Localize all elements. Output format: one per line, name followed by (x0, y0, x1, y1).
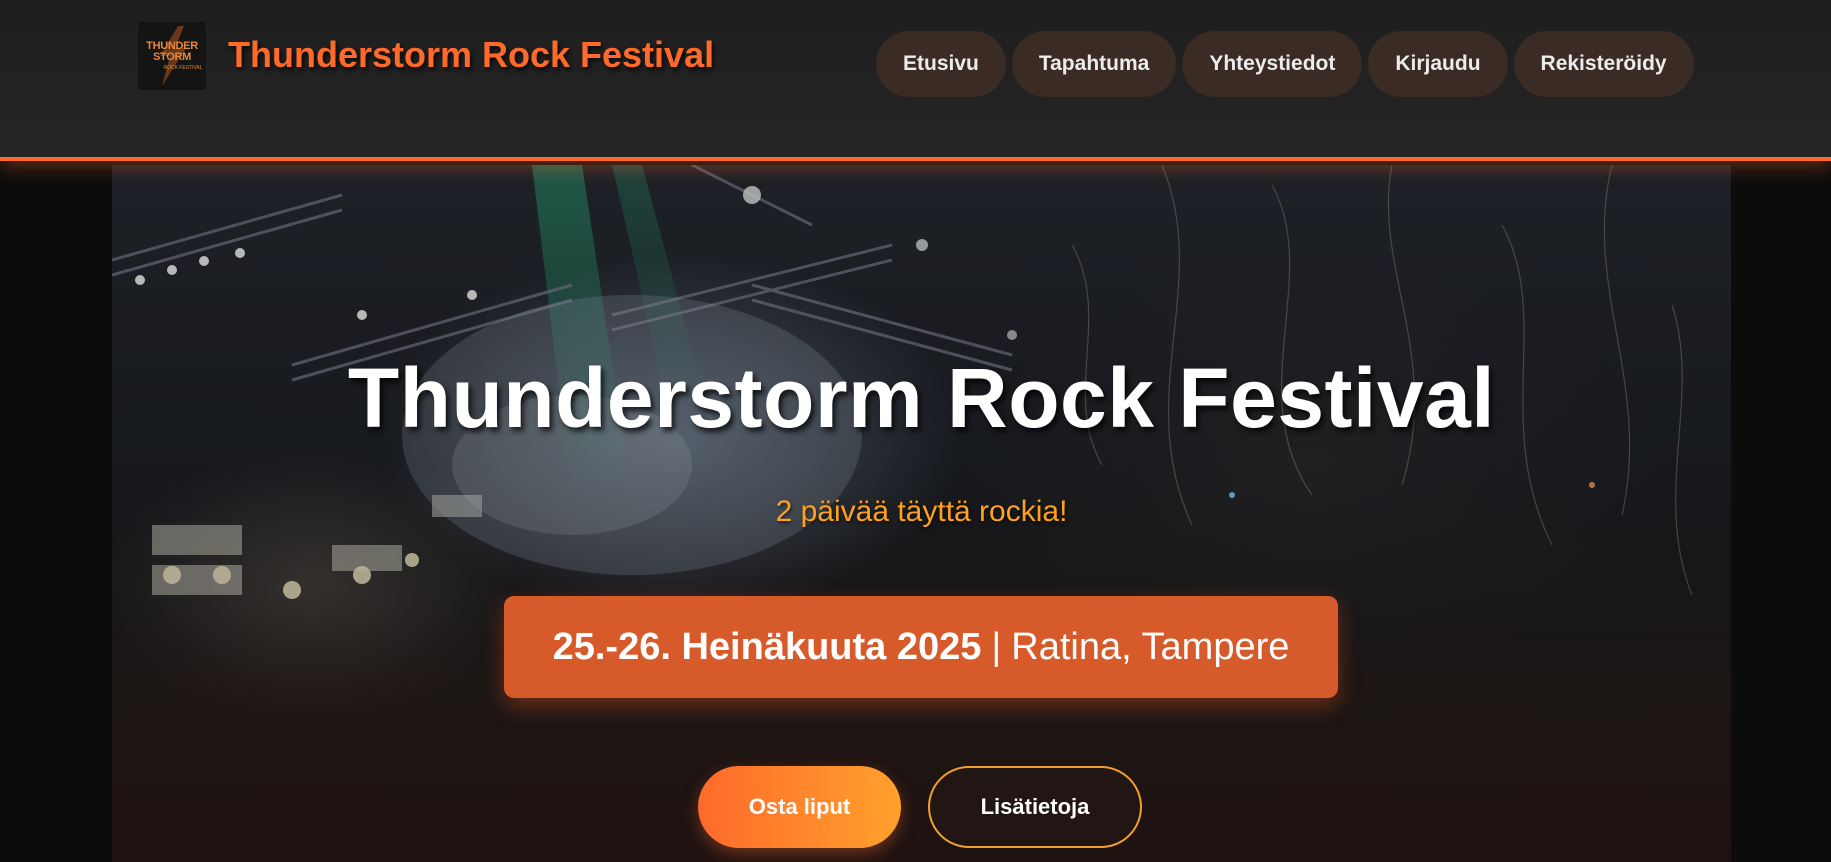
site-header: THUNDER STORM ROCK FESTIVAL Thunderstorm… (0, 0, 1831, 161)
hero-title: Thunderstorm Rock Festival (347, 351, 1496, 445)
nav-item-rekisteroidy[interactable]: Rekisteröidy (1513, 31, 1694, 97)
nav-item-tapahtuma[interactable]: Tapahtuma (1011, 31, 1177, 97)
logo-text-storm: STORM (152, 51, 192, 63)
hero-section: Thunderstorm Rock Festival 2 päivää täyt… (112, 165, 1731, 862)
event-dates: 25.-26. Heinäkuuta 2025 (552, 625, 982, 668)
festival-logo[interactable]: THUNDER STORM ROCK FESTIVAL (138, 22, 206, 90)
date-location-separator: | (991, 625, 1002, 668)
event-location: Ratina, Tampere (1011, 625, 1290, 668)
nav-item-kirjaudu[interactable]: Kirjaudu (1368, 31, 1508, 97)
logo-text-rock-festival: ROCK FESTIVAL (163, 65, 203, 71)
site-title[interactable]: Thunderstorm Rock Festival (228, 34, 714, 76)
nav-item-etusivu[interactable]: Etusivu (876, 31, 1006, 97)
event-date-location: 25.-26. Heinäkuuta 2025 | Ratina, Tamper… (504, 596, 1338, 698)
hero-subtitle: 2 päivää täyttä rockia! (775, 495, 1068, 528)
nav-item-yhteystiedot[interactable]: Yhteystiedot (1182, 31, 1363, 97)
buy-tickets-button[interactable]: Osta liput (698, 766, 901, 848)
more-info-button[interactable]: Lisätietoja (928, 766, 1142, 848)
main-nav: Etusivu Tapahtuma Yhteystiedot Kirjaudu … (876, 31, 1694, 97)
